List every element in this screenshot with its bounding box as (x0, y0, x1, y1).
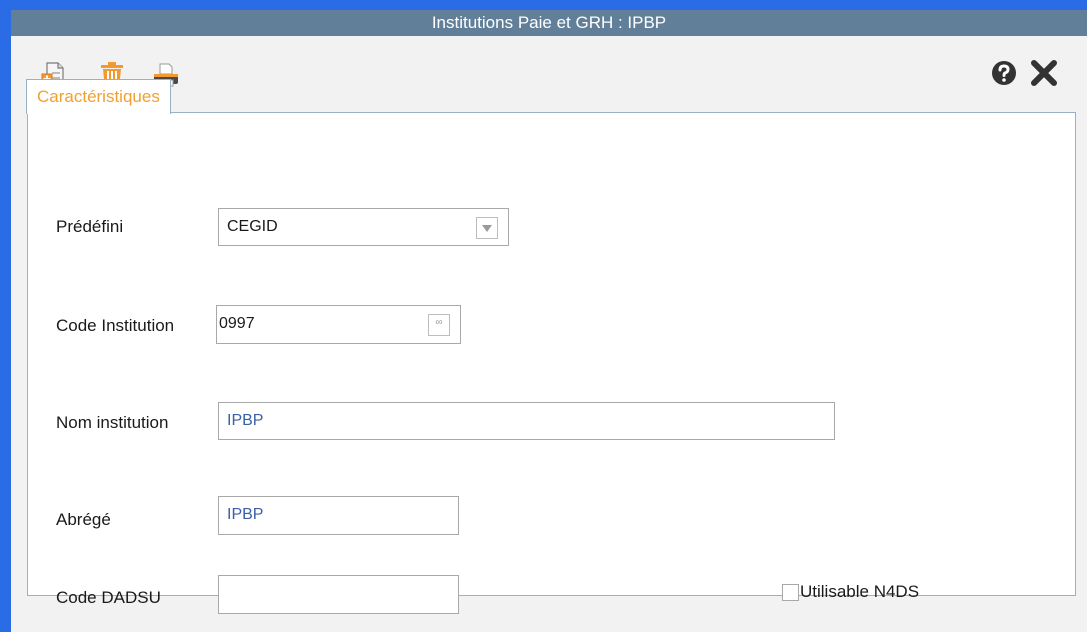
utilisable-n4ds-checkbox[interactable] (782, 584, 799, 601)
abrege-label: Abrégé (56, 510, 111, 529)
predefini-value: CEGID (227, 218, 278, 235)
code-dadsu-label: Code DADSU (56, 588, 161, 607)
lookup-button[interactable]: ∞ (428, 314, 450, 336)
tab-strip: Caractéristiques (20, 77, 1076, 114)
code-dadsu-field[interactable] (218, 575, 459, 614)
tab-caracteristiques[interactable]: Caractéristiques (26, 79, 171, 114)
code-institution-field[interactable]: 0997 ∞ (216, 305, 461, 344)
utilisable-n4ds-label: Utilisable N4DS (800, 582, 920, 601)
code-institution-label: Code Institution (56, 316, 175, 335)
window-title: Institutions Paie et GRH : IPBP (11, 10, 1087, 36)
nom-institution-label: Nom institution (56, 413, 169, 432)
predefini-select[interactable]: CEGID (218, 208, 509, 246)
predefini-label: Prédéfini (56, 217, 124, 236)
characteristics-panel (27, 112, 1076, 596)
code-institution-value: 0997 (219, 315, 255, 332)
nom-institution-field[interactable]: IPBP (218, 402, 835, 440)
chevron-down-icon[interactable] (476, 217, 498, 239)
window: Institutions Paie et GRH : IPBP Caractér… (0, 0, 1087, 632)
abrege-field[interactable]: IPBP (218, 496, 459, 535)
